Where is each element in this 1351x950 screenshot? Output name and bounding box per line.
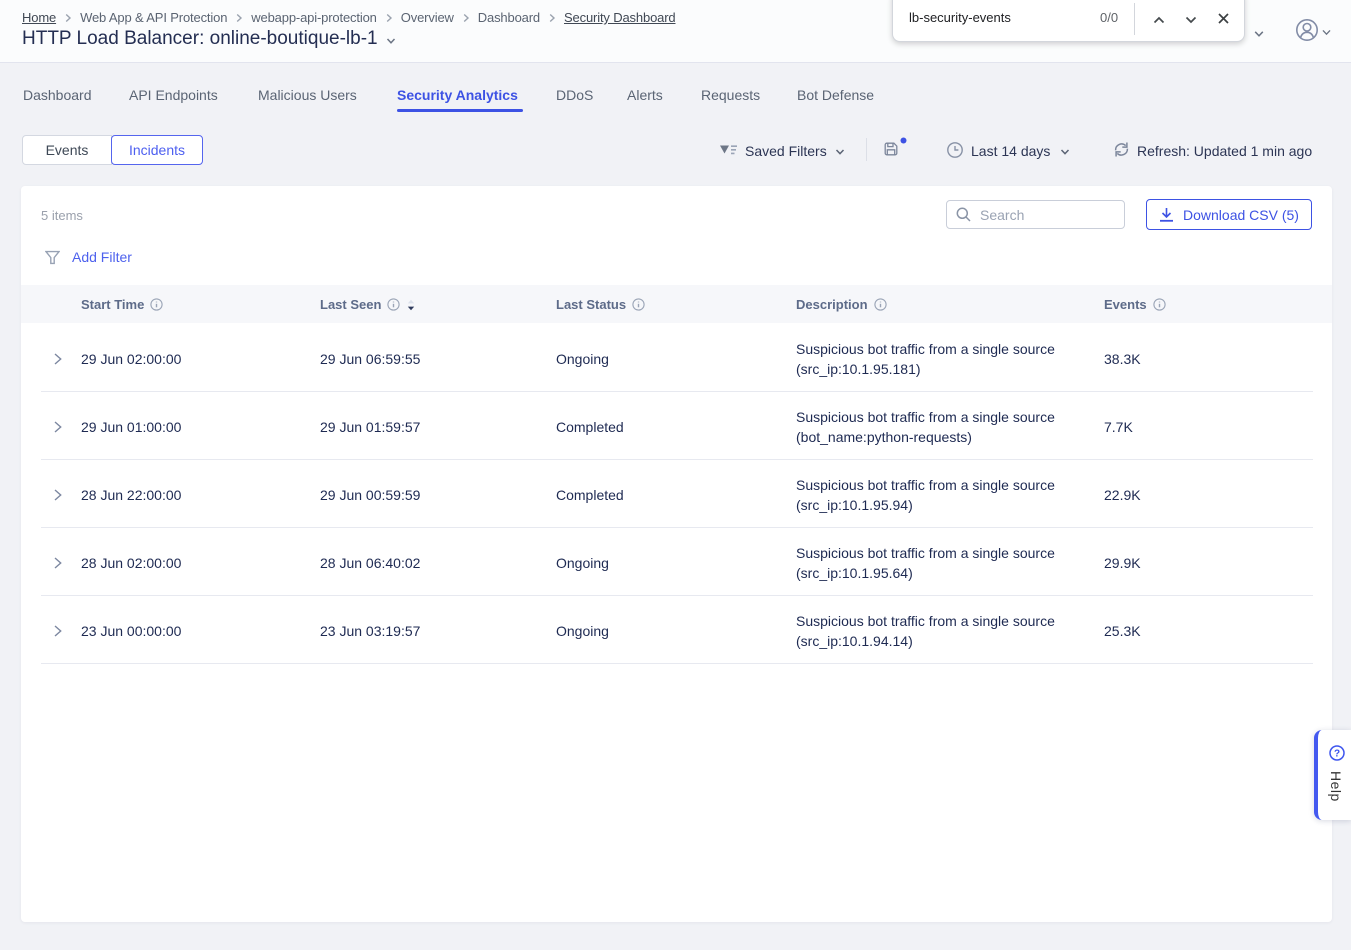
svg-text:?: ? bbox=[1334, 749, 1340, 760]
